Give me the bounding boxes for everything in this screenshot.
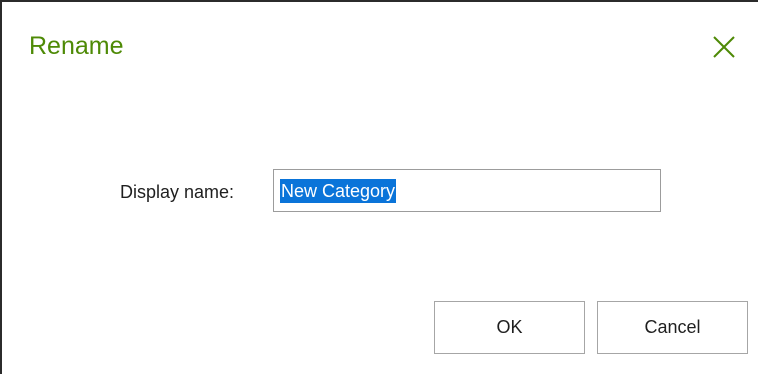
dialog-title: Rename (29, 32, 124, 60)
display-name-input[interactable]: New Category (273, 169, 661, 212)
rename-dialog: Rename Display name: New Category OK Can… (0, 0, 758, 374)
ok-button[interactable]: OK (434, 301, 585, 354)
cancel-button[interactable]: Cancel (597, 301, 748, 354)
close-button[interactable] (706, 30, 742, 64)
display-name-selected-text: New Category (280, 178, 397, 203)
display-name-label: Display name: (120, 182, 235, 202)
close-icon (713, 36, 735, 58)
